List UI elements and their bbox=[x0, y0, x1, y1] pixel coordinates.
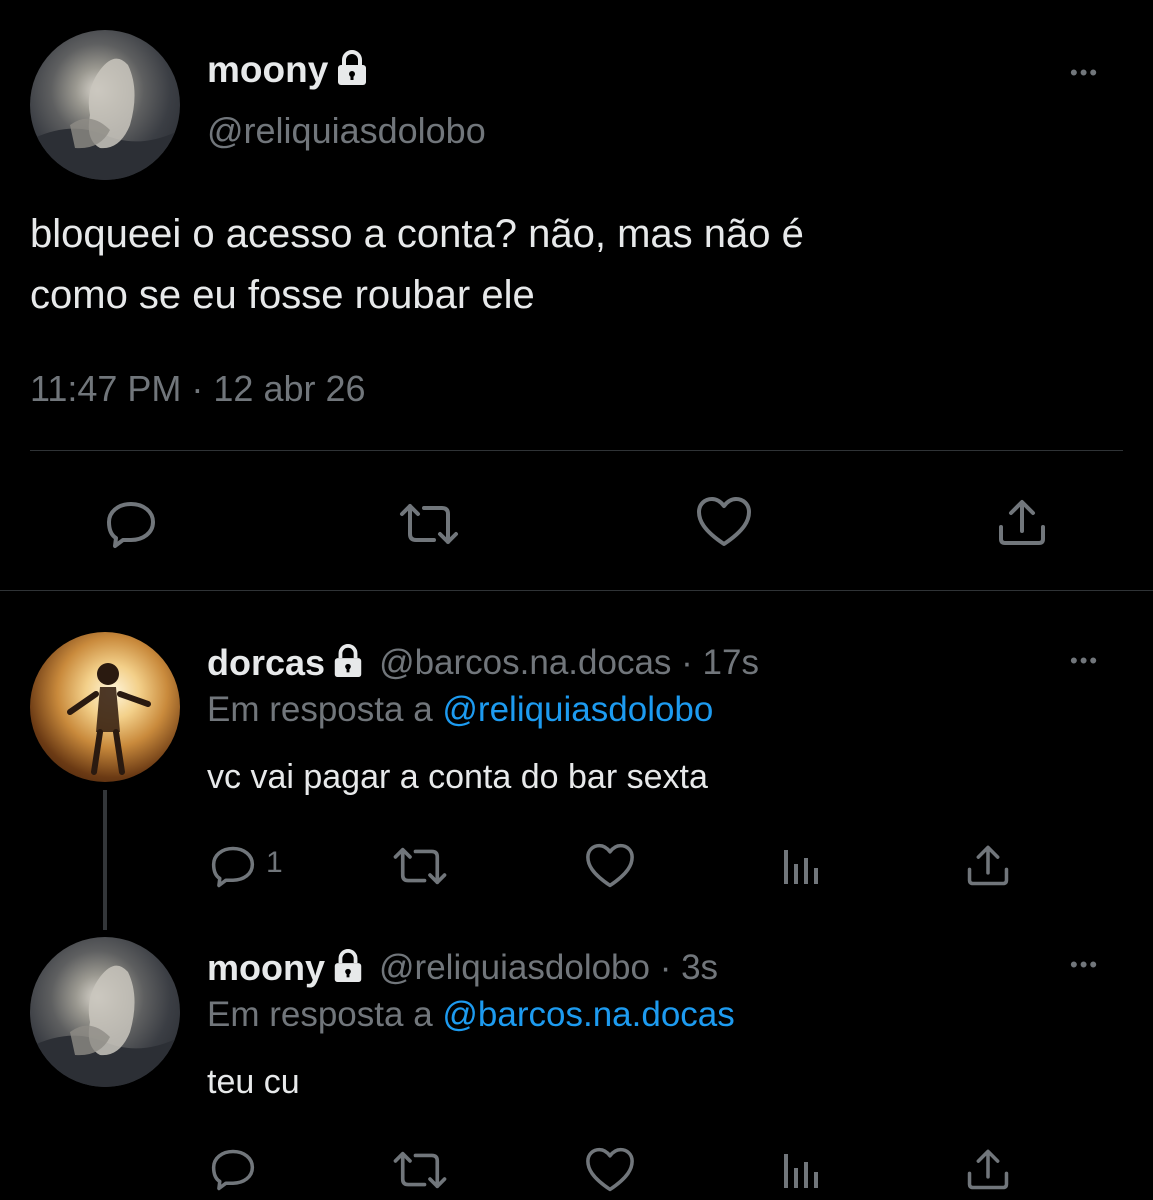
reply-text: vc vai pagar a conta do bar sexta bbox=[207, 758, 708, 796]
avatar[interactable] bbox=[30, 937, 180, 1087]
display-name[interactable]: moony bbox=[207, 49, 328, 91]
share-icon[interactable] bbox=[997, 497, 1047, 547]
lock-icon bbox=[331, 948, 365, 989]
replying-to-link[interactable]: @barcos.na.docas bbox=[442, 995, 734, 1034]
handle-time[interactable]: @reliquiasdolobo · 3s bbox=[379, 948, 718, 988]
reply-icon[interactable] bbox=[210, 1148, 256, 1192]
retweet-icon[interactable] bbox=[390, 846, 450, 886]
display-name[interactable]: dorcas bbox=[207, 642, 325, 684]
tweet-text-line: bloqueei o acesso a conta? não, mas não … bbox=[30, 212, 804, 256]
more-icon[interactable]: ••• bbox=[1070, 952, 1099, 978]
heart-icon[interactable] bbox=[584, 1147, 636, 1193]
replying-prefix: Em resposta a bbox=[207, 690, 433, 729]
views-icon[interactable] bbox=[780, 846, 820, 886]
more-icon[interactable]: ••• bbox=[1070, 60, 1099, 86]
display-name[interactable]: moony bbox=[207, 947, 325, 989]
heart-icon[interactable] bbox=[695, 496, 753, 548]
divider bbox=[30, 450, 1123, 451]
retweet-icon[interactable] bbox=[396, 502, 462, 546]
lock-icon bbox=[331, 643, 365, 684]
replying-to-link[interactable]: @reliquiasdolobo bbox=[442, 690, 713, 729]
thread-line bbox=[103, 790, 107, 930]
reply-icon[interactable] bbox=[105, 500, 157, 550]
timestamp[interactable]: 11:47 PM · 12 abr 26 bbox=[30, 368, 366, 410]
share-icon[interactable] bbox=[966, 1147, 1010, 1191]
heart-icon[interactable] bbox=[584, 843, 636, 889]
lock-icon bbox=[334, 49, 370, 92]
replying-prefix: Em resposta a bbox=[207, 995, 433, 1034]
handle-time[interactable]: @barcos.na.docas · 17s bbox=[379, 643, 759, 683]
divider bbox=[0, 590, 1153, 591]
views-icon[interactable] bbox=[780, 1150, 820, 1190]
avatar[interactable] bbox=[30, 30, 180, 180]
reply-count: 1 bbox=[266, 846, 283, 879]
retweet-icon[interactable] bbox=[390, 1150, 450, 1190]
reply-icon[interactable] bbox=[210, 845, 256, 889]
avatar[interactable] bbox=[30, 632, 180, 782]
more-icon[interactable]: ••• bbox=[1070, 648, 1099, 674]
tweet-text-line: como se eu fosse roubar ele bbox=[30, 273, 535, 317]
reply-text: teu cu bbox=[207, 1063, 300, 1101]
handle[interactable]: @reliquiasdolobo bbox=[207, 110, 486, 152]
share-icon[interactable] bbox=[966, 843, 1010, 887]
